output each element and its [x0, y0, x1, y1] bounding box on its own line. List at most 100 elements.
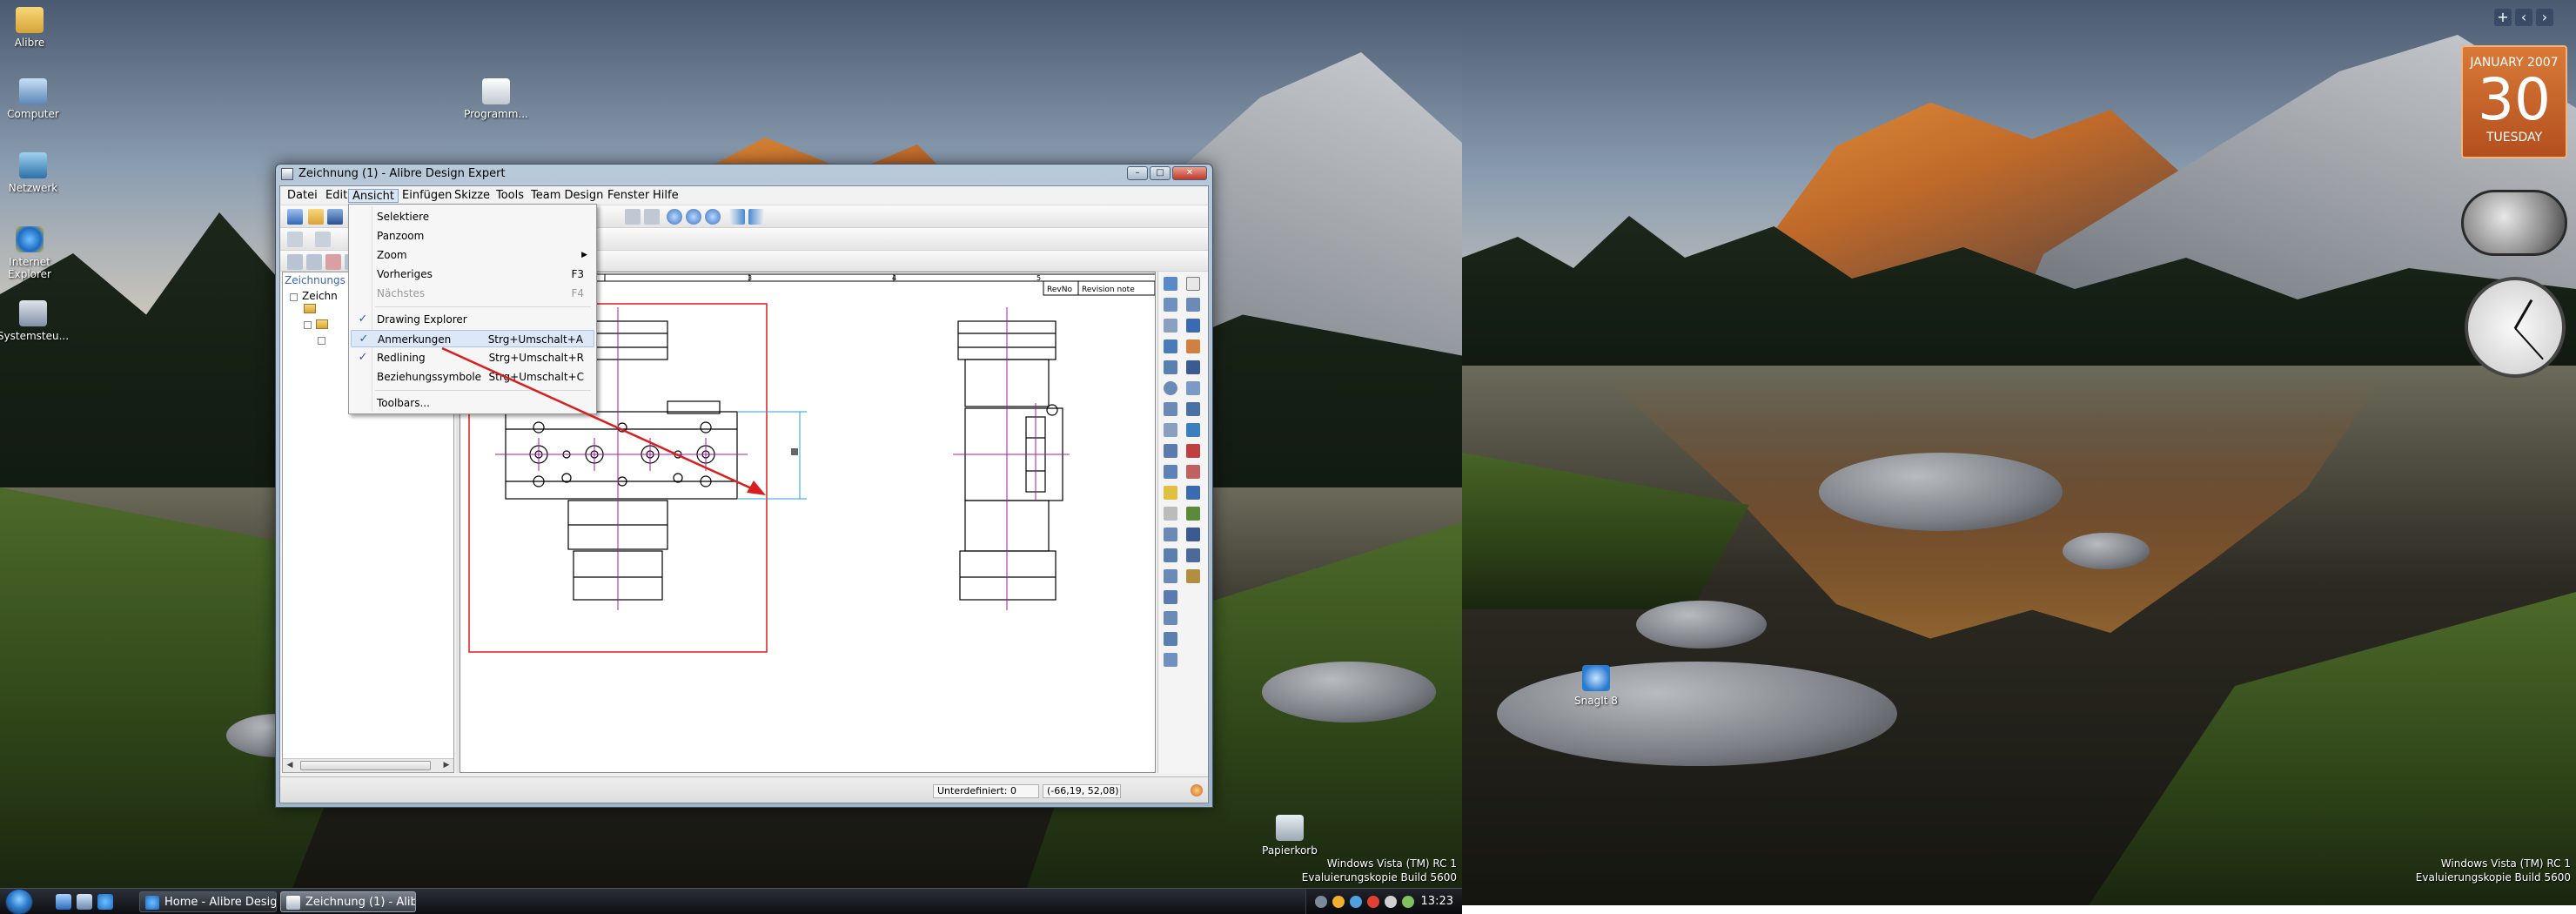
- desktop-icon-recycle-bin[interactable]: Papierkorb: [1253, 815, 1326, 857]
- scroll-right-icon[interactable]: ▶: [439, 759, 453, 772]
- menu-edit[interactable]: Edit: [322, 189, 351, 203]
- line-icon[interactable]: [1164, 360, 1177, 374]
- menu-datei[interactable]: Datei: [284, 189, 321, 203]
- zoom-icon[interactable]: [1186, 548, 1200, 562]
- menu-item-zoom[interactable]: Zoom ▶: [351, 246, 594, 264]
- start-button[interactable]: [5, 889, 33, 914]
- menu-item-redlining[interactable]: ✓ Redlining Strg+Umschalt+R: [351, 349, 594, 366]
- quick-launch-ie-icon[interactable]: [97, 894, 113, 910]
- view-layout-icon[interactable]: [1186, 298, 1200, 312]
- menu-ansicht[interactable]: Ansicht: [348, 189, 399, 203]
- gdt-icon[interactable]: [1186, 465, 1200, 479]
- polygon-icon[interactable]: [1164, 444, 1177, 458]
- datum-icon[interactable]: [1186, 528, 1200, 541]
- sidebar-add-button[interactable]: +: [2494, 9, 2512, 26]
- sidebar-prev-button[interactable]: ‹: [2515, 9, 2532, 26]
- scroll-left-icon[interactable]: ◀: [283, 759, 297, 772]
- tree-expander[interactable]: [318, 337, 325, 345]
- sheet-icon[interactable]: [287, 232, 303, 247]
- pattern-icon[interactable]: [1164, 653, 1177, 667]
- point-icon[interactable]: [1164, 298, 1177, 312]
- maximize-button[interactable]: □: [1150, 166, 1171, 180]
- zoom-window-icon[interactable]: [705, 209, 721, 225]
- select-icon[interactable]: [1164, 277, 1177, 291]
- side-view[interactable]: [957, 320, 1063, 601]
- section-view-icon[interactable]: [306, 254, 322, 270]
- trim-icon[interactable]: [1164, 507, 1177, 521]
- desktop-icon-internet-explorer[interactable]: Internet Explorer: [0, 226, 63, 280]
- menu-team-design[interactable]: Team Design: [527, 189, 607, 203]
- circle-icon[interactable]: [1164, 381, 1177, 395]
- check-icon[interactable]: [1186, 507, 1200, 521]
- save-icon[interactable]: [327, 209, 343, 225]
- tray-security-icon[interactable]: [1350, 896, 1362, 908]
- desktop-icon-snagit[interactable]: SnagIt 8: [1560, 665, 1633, 707]
- construction-line-icon[interactable]: [1164, 319, 1177, 333]
- clock-gadget[interactable]: [2465, 277, 2566, 378]
- edit-text-icon[interactable]: [1186, 423, 1200, 437]
- desktop-icon-computer[interactable]: Computer: [0, 78, 70, 120]
- minimize-button[interactable]: –: [1127, 166, 1148, 180]
- menu-skizze[interactable]: Skizze: [451, 189, 493, 203]
- extend-icon[interactable]: [1164, 528, 1177, 541]
- menu-item-panzoom[interactable]: Panzoom: [351, 227, 594, 245]
- sidebar-next-button[interactable]: ›: [2536, 9, 2553, 26]
- offset-icon[interactable]: [1164, 569, 1177, 583]
- corner-icon[interactable]: [1164, 611, 1177, 625]
- table-icon[interactable]: [1186, 402, 1200, 416]
- menu-item-beziehungssymbole[interactable]: Beziehungssymbole Strg+Umschalt+C: [351, 368, 594, 386]
- menu-tools[interactable]: Tools: [493, 189, 527, 203]
- desktop-icon-alibre[interactable]: Alibre: [0, 7, 66, 49]
- surface-finish-icon[interactable]: [1186, 486, 1200, 500]
- task-button-home-alibre[interactable]: Home - Alibre Desig...: [139, 891, 277, 912]
- new-sheet-icon[interactable]: [1186, 277, 1200, 291]
- back-arrow-icon[interactable]: [729, 209, 745, 225]
- switch-windows-icon[interactable]: [77, 894, 92, 910]
- bom-icon[interactable]: [1186, 381, 1200, 395]
- tree-expander[interactable]: [290, 293, 298, 301]
- spline-icon[interactable]: [1164, 339, 1177, 353]
- tree-expander[interactable]: [304, 321, 312, 329]
- tray-app-icon[interactable]: [1402, 896, 1414, 908]
- mirror-icon[interactable]: [1164, 548, 1177, 562]
- tray-alert-icon[interactable]: [1367, 896, 1379, 908]
- forward-arrow-icon[interactable]: [748, 209, 764, 225]
- open-folder-icon[interactable]: [308, 209, 324, 225]
- standard-views-icon[interactable]: [287, 254, 303, 270]
- calendar-gadget[interactable]: JANUARY 2007 30 TUESDAY: [2461, 45, 2567, 158]
- menu-fenster[interactable]: Fenster: [604, 189, 653, 203]
- pan-tool-icon[interactable]: [644, 209, 660, 225]
- tray-network-icon[interactable]: [1332, 896, 1345, 908]
- detail-view-icon[interactable]: [325, 254, 341, 270]
- taskbar-clock[interactable]: 13:23: [1421, 895, 1453, 908]
- desktop-icon-program-shortcut[interactable]: Programm...: [460, 78, 533, 120]
- explorer-horizontal-scrollbar[interactable]: ◀ ▶: [283, 758, 453, 772]
- fillet-icon[interactable]: [1164, 486, 1177, 500]
- ellipse-icon[interactable]: [1164, 465, 1177, 479]
- menu-einfuegen[interactable]: Einfügen: [399, 189, 455, 203]
- zoom-out-icon[interactable]: [686, 209, 701, 225]
- title-bar[interactable]: Zeichnung (1) - Alibre Design Expert – □…: [276, 165, 1212, 184]
- hatch-icon[interactable]: [1186, 360, 1200, 374]
- chamfer-icon[interactable]: [1164, 590, 1177, 604]
- menu-item-toolbars[interactable]: Toolbars...: [351, 394, 594, 412]
- explorer-tab[interactable]: Zeichnungs: [285, 274, 345, 286]
- zoom-in-icon[interactable]: [667, 209, 682, 225]
- balloon-icon[interactable]: [1186, 339, 1200, 353]
- new-document-icon[interactable]: [287, 209, 303, 225]
- task-button-zeichnung[interactable]: Zeichnung (1) - Alib...: [280, 891, 416, 912]
- tray-volume-icon[interactable]: [1385, 896, 1397, 908]
- tree-item-drawing[interactable]: Zeichn: [302, 290, 338, 302]
- app-icon[interactable]: [281, 168, 293, 180]
- menu-item-vorheriges[interactable]: Vorheriges F3: [351, 265, 594, 283]
- cpu-meter-gadget[interactable]: [2461, 190, 2567, 256]
- select-tool-icon[interactable]: [625, 209, 641, 225]
- arc-icon[interactable]: [1164, 402, 1177, 416]
- desktop-icon-control-panel[interactable]: Systemsteu...: [0, 300, 70, 342]
- menu-item-drawing-explorer[interactable]: ✓ Drawing Explorer: [351, 311, 594, 328]
- tray-chevron-icon[interactable]: [1315, 896, 1327, 908]
- rectangle-icon[interactable]: [1164, 423, 1177, 437]
- view-icon[interactable]: [315, 232, 331, 247]
- scroll-thumb[interactable]: [300, 761, 431, 770]
- library-icon[interactable]: [1186, 569, 1200, 583]
